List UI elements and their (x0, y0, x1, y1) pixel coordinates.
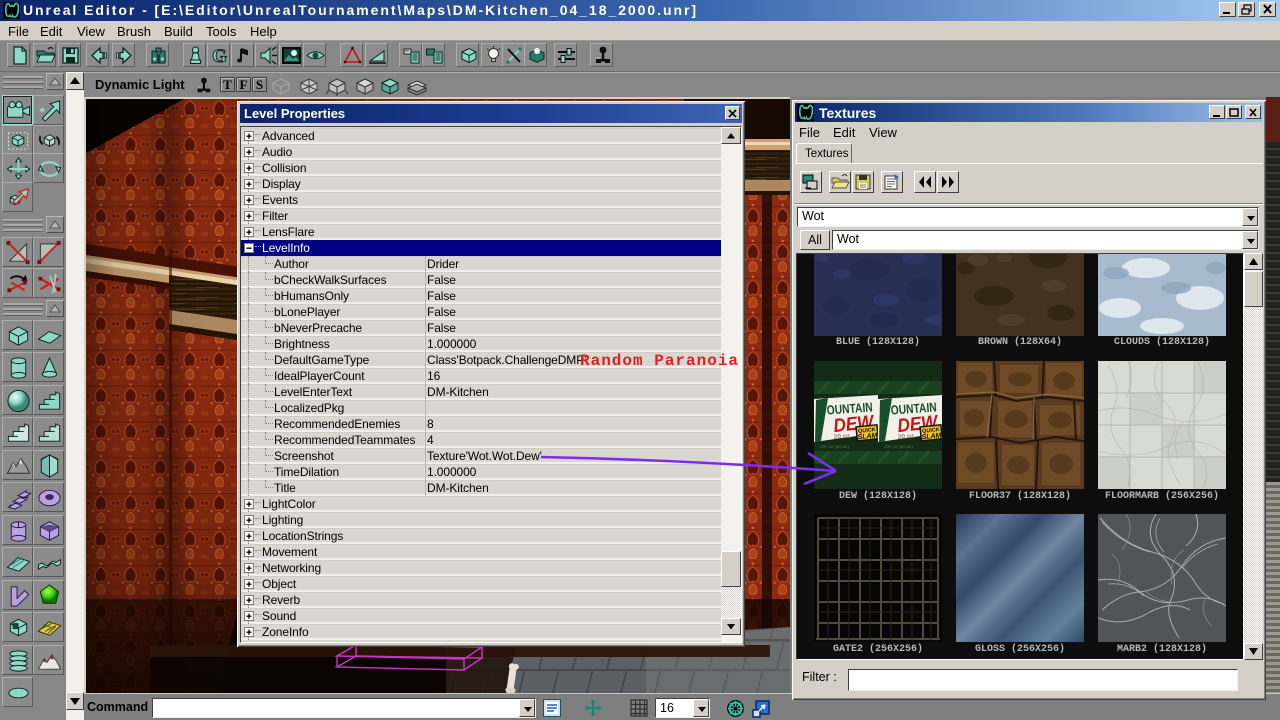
svg-text:20FL OZ (591 ML): 20FL OZ (591 ML) (884, 445, 913, 449)
svg-text:G: G (212, 46, 227, 66)
svg-text:20FL OZ (591 ML): 20FL OZ (591 ML) (820, 445, 849, 449)
